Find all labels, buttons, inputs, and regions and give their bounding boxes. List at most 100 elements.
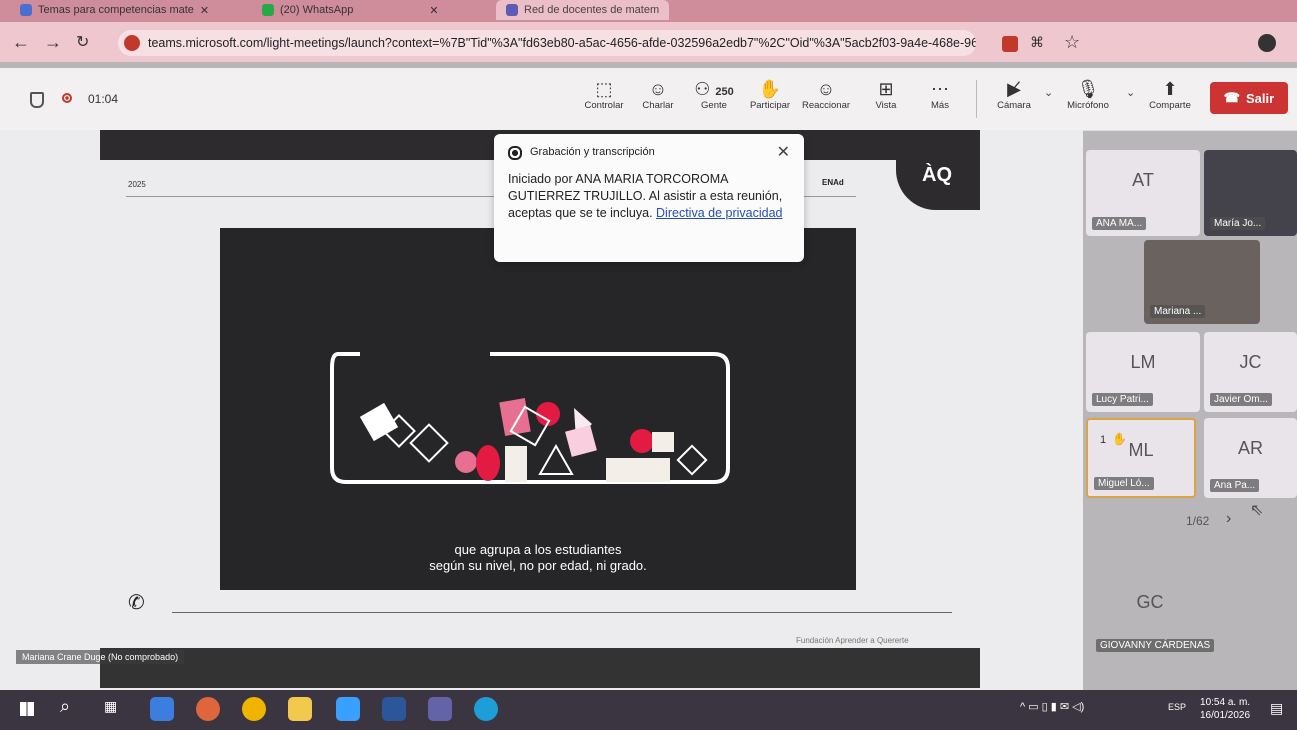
slide-brand: ENAd bbox=[822, 178, 844, 187]
windows-taskbar bbox=[0, 690, 1297, 730]
leave-button[interactable]: ☎ Salir bbox=[1210, 82, 1288, 114]
extension-icon[interactable] bbox=[1002, 36, 1018, 52]
tab-whatsapp[interactable]: (20) WhatsApp ✕ bbox=[262, 0, 439, 20]
bookmark-star-icon[interactable]: ☆ bbox=[1064, 32, 1080, 53]
video-caption: que agrupa a los estudiantes según su ni… bbox=[429, 542, 647, 573]
url-text: teams.microsoft.com/light-meetings/launc… bbox=[148, 36, 976, 50]
chat-icon: ☺ bbox=[648, 79, 668, 99]
file-explorer-icon[interactable] bbox=[288, 697, 312, 721]
recording-indicator-icon bbox=[62, 93, 72, 103]
participant-initials: LM bbox=[1130, 352, 1156, 372]
notifications-icon[interactable]: ▤ bbox=[1270, 700, 1283, 717]
toolbar-divider bbox=[976, 80, 977, 118]
participant-tile[interactable]: AR Ana Pa... bbox=[1204, 418, 1297, 498]
next-page-icon[interactable]: › bbox=[1226, 510, 1231, 528]
foundation-logo: ÀQ bbox=[922, 164, 952, 186]
slide-footer-rule bbox=[172, 612, 952, 613]
react-icon: ☺ bbox=[816, 79, 836, 99]
mouse-cursor-icon: ⇖ bbox=[1250, 502, 1264, 519]
participant-tile-video[interactable]: Mariana ... bbox=[1144, 240, 1260, 324]
participant-tile-video[interactable]: María Jo... bbox=[1204, 150, 1297, 236]
slide-year: 2025 bbox=[128, 180, 146, 189]
task-view-icon[interactable]: ▦ bbox=[104, 698, 117, 715]
popup-title: Grabación y transcripción bbox=[530, 146, 655, 158]
participant-name: GIOVANNY CÁRDENAS bbox=[1096, 639, 1215, 652]
chat-button[interactable]: ☺ Charlar bbox=[630, 78, 686, 111]
raise-hand-button[interactable]: ✋ Participar bbox=[742, 78, 798, 111]
shield-icon bbox=[30, 92, 44, 108]
raise-hand-icon: ✋ bbox=[758, 79, 782, 99]
tray-icons[interactable]: ^ ▭ ▯ ▮ ✉ ◁) bbox=[1020, 700, 1084, 713]
slide-footer: Fundación Aprender a Quererte bbox=[796, 636, 909, 645]
teams-icon[interactable] bbox=[428, 697, 452, 721]
participant-initials: GC bbox=[1136, 592, 1164, 612]
chrome-icon[interactable] bbox=[242, 697, 266, 721]
app-icon[interactable] bbox=[150, 697, 174, 721]
camera-chevron-icon[interactable]: ⌄ bbox=[1044, 86, 1053, 99]
search-icon[interactable]: ⌕ bbox=[60, 696, 70, 717]
participant-initials: AR bbox=[1237, 438, 1263, 458]
edge-icon[interactable] bbox=[474, 697, 498, 721]
participant-name: Mariana ... bbox=[1150, 305, 1206, 318]
participant-name: ANA MA... bbox=[1092, 217, 1147, 230]
url-bar[interactable]: teams.microsoft.com/light-meetings/launc… bbox=[118, 30, 976, 56]
people-icon: ⚇ 250 bbox=[694, 79, 734, 99]
mic-chevron-icon[interactable]: ⌄ bbox=[1126, 86, 1135, 99]
mic-button[interactable]: 🎙︎ Micrófono bbox=[1060, 78, 1116, 111]
control-button[interactable]: ⬚ Controlar bbox=[576, 78, 632, 111]
control-icon: ⬚ bbox=[595, 79, 613, 99]
people-button[interactable]: ⚇ 250 Gente bbox=[686, 78, 742, 111]
participant-tile[interactable]: LM Lucy Patri... bbox=[1086, 332, 1200, 412]
view-icon: ⊞ bbox=[878, 79, 894, 99]
language-indicator[interactable]: ESP bbox=[1168, 702, 1186, 712]
popup-header: Grabación y transcripción bbox=[508, 144, 790, 161]
participant-pagination: 1/62 bbox=[1186, 514, 1210, 528]
participant-name: Ana Pa... bbox=[1210, 479, 1260, 492]
slide-animation-graphic bbox=[330, 352, 730, 484]
participant-tile[interactable]: GC GIOVANNY CÁRDENAS bbox=[1090, 580, 1215, 658]
phone-icon: ✆ bbox=[128, 592, 145, 614]
share-icon: ⬆ bbox=[1162, 79, 1178, 99]
participant-name: Lucy Patri... bbox=[1092, 393, 1153, 406]
reload-icon[interactable]: ↻ bbox=[76, 32, 89, 52]
meeting-timer: 01:04 bbox=[88, 92, 119, 106]
privacy-policy-link[interactable]: Directiva de privacidad bbox=[656, 206, 782, 220]
back-icon[interactable]: ← bbox=[12, 32, 30, 53]
react-button[interactable]: ☺ Reaccionar bbox=[798, 78, 854, 111]
tab-label: Temas para competencias mate bbox=[38, 4, 194, 16]
camera-off-icon: ▶̸ bbox=[1007, 79, 1021, 99]
participant-tile[interactable]: JC Javier Om... bbox=[1204, 332, 1297, 412]
share-button[interactable]: ⬆ Comparte bbox=[1142, 78, 1198, 111]
mic-off-icon: 🎙︎ bbox=[1076, 79, 1100, 99]
camera-button[interactable]: ▶̸ Cámara bbox=[986, 78, 1042, 111]
brave-icon[interactable] bbox=[196, 697, 220, 721]
windows-start-icon[interactable] bbox=[20, 702, 34, 716]
recording-notice-popup: Grabación y transcripción ✕ Iniciado por… bbox=[494, 134, 804, 262]
participant-initials: AT bbox=[1132, 170, 1154, 190]
forward-icon[interactable]: → bbox=[44, 32, 62, 53]
tab-label: Red de docentes de matem bbox=[524, 4, 660, 16]
participant-name: Javier Om... bbox=[1210, 393, 1272, 406]
participant-name: María Jo... bbox=[1210, 217, 1266, 230]
slide-bottom-bar bbox=[100, 648, 980, 688]
presenter-label: Mariana Crane Duge (No comprobado) bbox=[16, 650, 185, 664]
app-icon[interactable] bbox=[336, 697, 360, 721]
view-button[interactable]: ⊞ Vista bbox=[858, 78, 914, 111]
taskbar-clock[interactable]: 10:54 a. m. 16/01/2026 bbox=[1200, 696, 1250, 722]
participant-initials: ML bbox=[1128, 440, 1154, 460]
more-button[interactable]: ⋯ Más bbox=[912, 78, 968, 111]
participant-tile[interactable]: AT ANA MA... bbox=[1086, 150, 1200, 236]
site-info-icon[interactable] bbox=[124, 35, 140, 51]
popup-close-icon[interactable]: ✕ bbox=[777, 144, 790, 161]
participant-tile-hand-raised[interactable]: 1 ✋ ML Miguel Ló... bbox=[1086, 418, 1196, 498]
tab-label: (20) WhatsApp bbox=[280, 4, 354, 16]
tab-temas[interactable]: Temas para competencias mate ✕ bbox=[20, 0, 209, 20]
participant-initials: JC bbox=[1239, 352, 1262, 372]
tab-close-icon[interactable]: ✕ bbox=[429, 4, 438, 17]
profile-avatar[interactable] bbox=[1258, 34, 1276, 52]
tab-active[interactable]: Red de docentes de matem bbox=[496, 0, 670, 20]
participant-name: Miguel Ló... bbox=[1094, 477, 1154, 490]
translate-icon[interactable]: ⌘ bbox=[1030, 34, 1044, 51]
word-icon[interactable] bbox=[382, 697, 406, 721]
tab-close-icon[interactable]: ✕ bbox=[200, 4, 209, 17]
